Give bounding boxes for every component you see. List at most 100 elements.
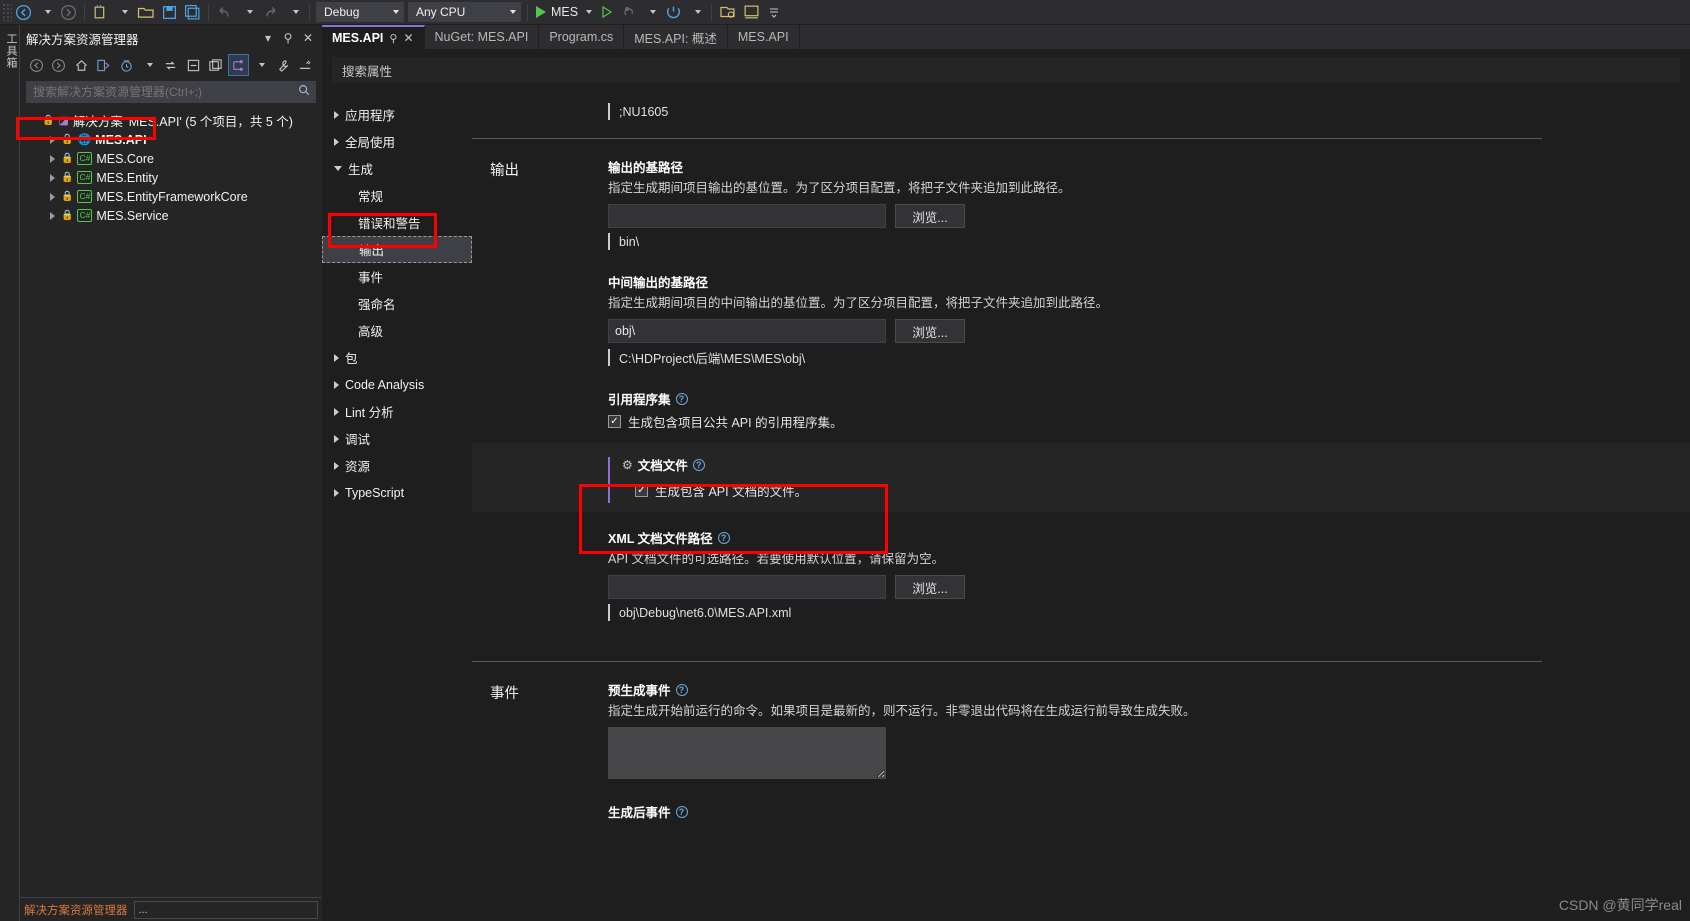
nav-item-build[interactable]: 生成 [322, 155, 472, 182]
navigate-forward-button[interactable] [57, 1, 80, 23]
forward-arrow-icon[interactable] [48, 54, 68, 76]
properties-wrench-icon[interactable] [273, 54, 293, 76]
nav-item-advanced[interactable]: 高级 [322, 317, 472, 344]
reference-assembly-checkbox-row[interactable]: ✓ 生成包含项目公共 API 的引用程序集。 [608, 412, 1608, 431]
tab-program-cs[interactable]: Program.cs [539, 25, 625, 49]
pin-icon[interactable]: ⚲ [280, 31, 296, 45]
intermediate-output-path-input[interactable] [608, 319, 886, 343]
hot-reload-button[interactable] [618, 1, 640, 23]
intermediate-output-path-browse-button[interactable]: 浏览... [895, 319, 965, 343]
solution-explorer-search[interactable] [26, 81, 316, 103]
show-all-files-dropdown[interactable] [251, 54, 271, 76]
save-all-button[interactable] [181, 1, 204, 23]
base-output-path-input[interactable] [608, 204, 886, 228]
nav-item-lint[interactable]: Lint 分析 [322, 398, 472, 425]
project-node-mes-entityframeworkcore[interactable]: 🔒 C# MES.EntityFrameworkCore [20, 187, 322, 206]
solution-configuration-combo[interactable]: Debug [316, 2, 404, 22]
chevron-down-icon[interactable] [586, 10, 593, 14]
project-node-mes-api[interactable]: 🔒 🌐 MES.API [20, 130, 322, 149]
pending-changes-dropdown[interactable] [138, 54, 158, 76]
save-button[interactable] [158, 1, 181, 23]
xml-doc-path-input[interactable] [608, 575, 886, 599]
toolbar-overflow-icon[interactable] [763, 1, 785, 23]
show-all-files-icon[interactable] [228, 54, 249, 76]
nav-item-package[interactable]: 包 [322, 344, 472, 371]
nav-item-application[interactable]: 应用程序 [322, 101, 472, 128]
pending-changes-icon[interactable] [116, 54, 136, 76]
pre-build-event-input[interactable] [608, 727, 886, 779]
back-arrow-icon[interactable] [26, 54, 46, 76]
pin-icon[interactable]: ⚲ [389, 32, 397, 45]
chevron-right-icon[interactable] [50, 154, 55, 163]
chevron-down-icon [334, 166, 342, 171]
undo-dropdown[interactable] [237, 1, 259, 23]
close-icon[interactable]: ✕ [403, 31, 413, 45]
nav-item-debug[interactable]: 调试 [322, 425, 472, 452]
project-node-mes-core[interactable]: 🔒 C# MES.Core [20, 149, 322, 168]
undo-button[interactable] [213, 1, 237, 23]
csharp-project-icon: C# [77, 171, 93, 184]
window-layout-icon[interactable] [740, 1, 763, 23]
new-item-dropdown[interactable] [112, 1, 134, 23]
nav-item-strong-naming[interactable]: 强命名 [322, 290, 472, 317]
documentation-file-checkbox[interactable]: ✓ [635, 484, 648, 497]
reference-assembly-title: 引用程序集 ? [608, 389, 1608, 408]
chevron-right-icon[interactable] [50, 173, 55, 182]
open-file-button[interactable] [134, 1, 158, 23]
toolbar-grip[interactable] [2, 3, 12, 21]
home-icon[interactable] [71, 54, 91, 76]
project-node-mes-service[interactable]: 🔒 C# MES.Service [20, 206, 322, 225]
sync-with-active-document-icon[interactable] [93, 54, 113, 76]
new-folder-icon[interactable] [206, 54, 226, 76]
redo-button[interactable] [259, 1, 283, 23]
chevron-right-icon[interactable] [50, 211, 55, 220]
tab-mes-api-overview[interactable]: MES.API: 概述 [624, 25, 728, 49]
chevron-right-icon[interactable] [50, 135, 55, 144]
close-icon[interactable]: ✕ [300, 31, 316, 45]
redo-dropdown[interactable] [283, 1, 305, 23]
navigate-back-dropdown[interactable] [35, 1, 57, 23]
solution-root-node[interactable]: 🔒 ◪ 解决方案 'MES.API' (5 个项目，共 5 个) [20, 111, 322, 130]
nav-item-errors-and-warnings[interactable]: 错误和警告 [322, 209, 472, 236]
statusbar-box[interactable]: ... [133, 900, 318, 919]
tab-mes-api-secondary[interactable]: MES.API [728, 25, 800, 49]
xml-doc-path-browse-button[interactable]: 浏览... [895, 575, 965, 599]
new-item-button[interactable] [89, 1, 112, 23]
help-icon[interactable]: ? [675, 392, 688, 405]
help-icon[interactable]: ? [675, 683, 688, 696]
restart-button[interactable] [662, 1, 685, 23]
chevron-right-icon[interactable] [50, 192, 55, 201]
property-search-bar[interactable]: 搜索属性 [332, 57, 1680, 83]
search-icon[interactable] [297, 83, 311, 102]
project-label: MES.EntityFrameworkCore [96, 189, 248, 204]
reference-assembly-checkbox[interactable]: ✓ [608, 415, 621, 428]
preview-selected-items-icon[interactable] [296, 54, 316, 76]
nav-item-typescript[interactable]: TypeScript [322, 479, 472, 506]
tab-nuget-mes-api[interactable]: NuGet: MES.API [425, 25, 540, 49]
nav-item-general[interactable]: 常规 [322, 182, 472, 209]
documentation-file-checkbox-row[interactable]: ✓ 生成包含 API 文档的文件。 [622, 481, 1690, 500]
navigate-back-button[interactable] [12, 1, 35, 23]
help-icon[interactable]: ? [675, 805, 688, 818]
restart-dropdown[interactable] [685, 1, 707, 23]
solution-platform-combo[interactable]: Any CPU [408, 2, 521, 22]
hot-reload-dropdown[interactable] [640, 1, 662, 23]
search-input[interactable] [33, 85, 297, 99]
help-icon[interactable]: ? [692, 458, 705, 471]
toolbox-tab[interactable]: 工具箱 [3, 33, 19, 69]
nav-item-global-usings[interactable]: 全局使用 [322, 128, 472, 155]
collapse-all-icon[interactable] [183, 54, 203, 76]
chevron-down-icon[interactable]: ▾ [260, 31, 276, 45]
nav-item-events[interactable]: 事件 [322, 263, 472, 290]
refresh-icon[interactable] [161, 54, 181, 76]
nav-item-code-analysis[interactable]: Code Analysis [322, 371, 472, 398]
nav-item-resources[interactable]: 资源 [322, 452, 472, 479]
select-start-item-icon[interactable] [716, 1, 740, 23]
nav-item-output[interactable]: 输出 [322, 236, 472, 263]
start-without-debugging-button[interactable] [596, 1, 618, 23]
tab-mes-api-properties[interactable]: MES.API ⚲ ✕ [322, 25, 425, 49]
project-node-mes-entity[interactable]: 🔒 C# MES.Entity [20, 168, 322, 187]
start-debugging-button[interactable]: MES [532, 1, 596, 23]
help-icon[interactable]: ? [717, 531, 730, 544]
base-output-path-browse-button[interactable]: 浏览... [895, 204, 965, 228]
